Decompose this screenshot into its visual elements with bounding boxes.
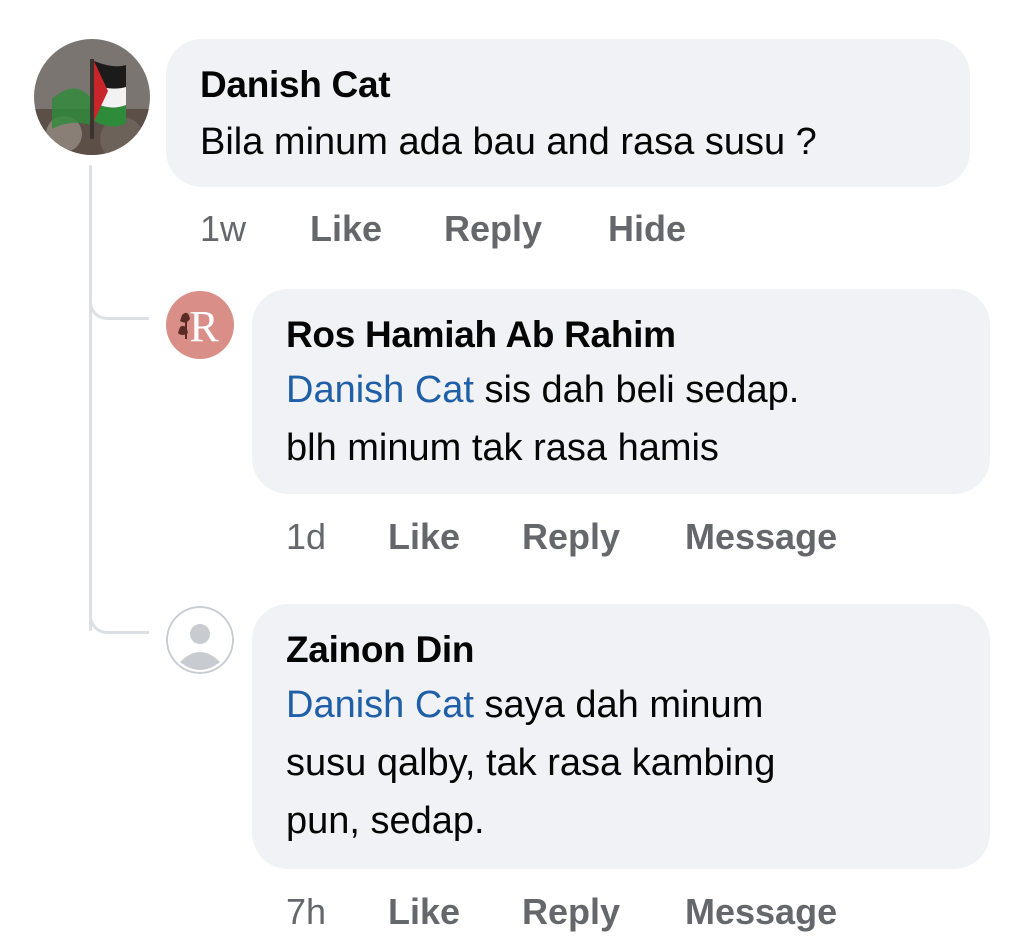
reply-author-name[interactable]: Zainon Din <box>286 628 956 672</box>
reply-button[interactable]: Reply <box>522 516 685 558</box>
reply-actions: 7h Like Reply Message <box>286 891 837 933</box>
reply-text-line: blh minum tak rasa hamis <box>286 427 719 469</box>
reply-button[interactable]: Reply <box>444 208 608 250</box>
avatar-danish-cat[interactable] <box>34 39 150 155</box>
hide-button[interactable]: Hide <box>608 208 686 250</box>
letter-r-avatar-icon: R <box>166 291 234 359</box>
reply-bubble: Ros Hamiah Ab Rahim Danish Cat sis dah b… <box>252 289 990 494</box>
comment-timestamp[interactable]: 1w <box>200 208 310 250</box>
thread-connector-line <box>89 165 92 631</box>
reply-actions: 1d Like Reply Message <box>286 516 837 558</box>
reply-text-line: Danish Cat saya dah minum <box>286 676 956 734</box>
mention-link[interactable]: Danish Cat <box>286 684 474 726</box>
reply-text-line: susu qalby, tak rasa kambing <box>286 742 776 784</box>
reply-text-line: Danish Cat sis dah beli sedap. <box>286 361 956 419</box>
reply-author-name[interactable]: Ros Hamiah Ab Rahim <box>286 313 956 357</box>
mention-link[interactable]: Danish Cat <box>286 369 474 411</box>
like-button[interactable]: Like <box>310 208 444 250</box>
reply-text-fragment: saya dah minum <box>473 684 764 726</box>
flag-avatar-icon <box>34 39 150 155</box>
default-person-avatar-icon <box>166 606 234 674</box>
message-button[interactable]: Message <box>685 891 837 933</box>
comment-actions: 1w Like Reply Hide <box>200 208 686 250</box>
reply-bubble: Zainon Din Danish Cat saya dah minum sus… <box>252 604 990 869</box>
reply-branch-connector <box>89 298 149 320</box>
svg-text:R: R <box>189 302 219 351</box>
message-button[interactable]: Message <box>685 516 837 558</box>
like-button[interactable]: Like <box>388 891 522 933</box>
reply-branch-connector <box>89 612 149 634</box>
reply-timestamp[interactable]: 1d <box>286 516 388 558</box>
reply-text-line: pun, sedap. <box>286 800 485 842</box>
reply-text-fragment: sis dah beli sedap. <box>473 369 800 411</box>
comment-bubble: Danish Cat Bila minum ada bau and rasa s… <box>166 39 970 187</box>
like-button[interactable]: Like <box>388 516 522 558</box>
avatar-ros-hamiah[interactable]: R <box>166 291 234 359</box>
avatar-zainon-din[interactable] <box>166 606 234 674</box>
reply-button[interactable]: Reply <box>522 891 685 933</box>
reply-timestamp[interactable]: 7h <box>286 891 388 933</box>
comment-author-name[interactable]: Danish Cat <box>200 63 936 107</box>
comment-text: Bila minum ada bau and rasa susu ? <box>200 121 817 163</box>
